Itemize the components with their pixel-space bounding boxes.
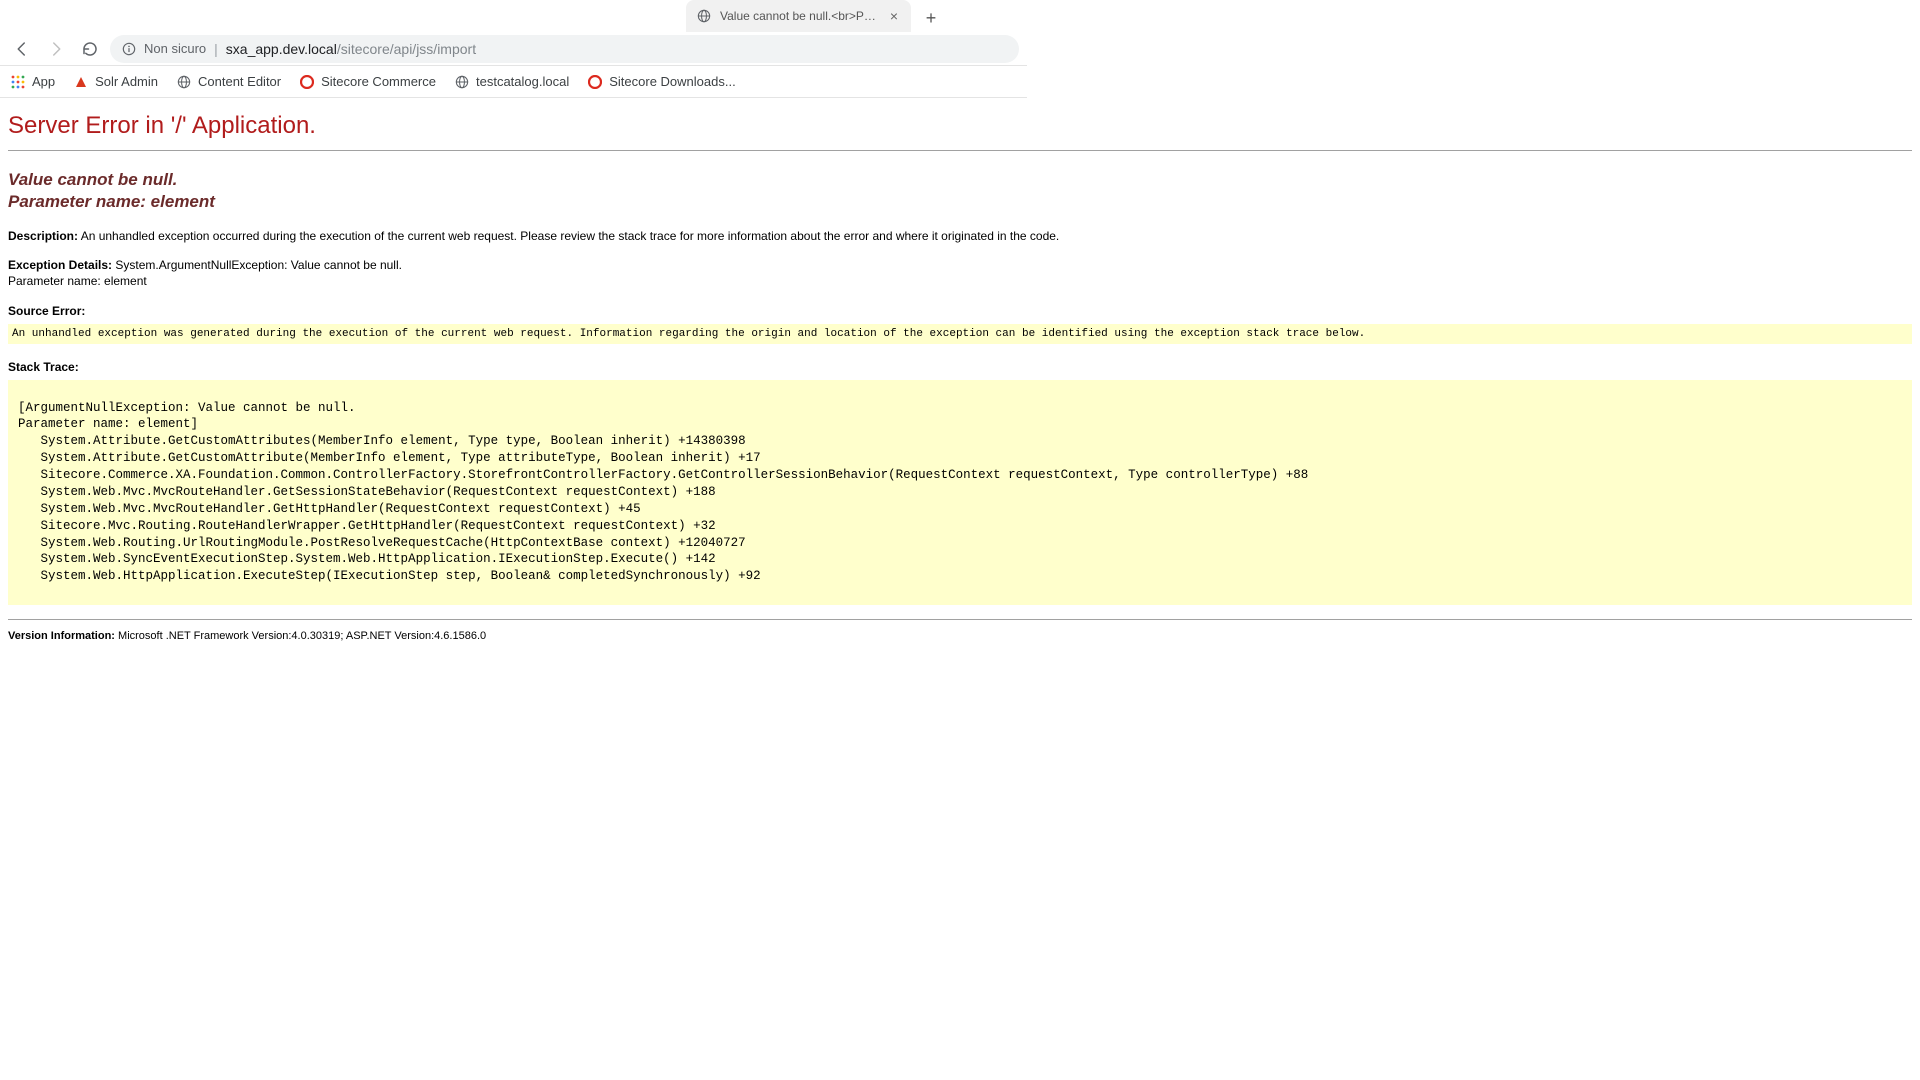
globe-icon xyxy=(176,74,192,90)
bookmark-solr-admin[interactable]: Solr Admin xyxy=(73,74,158,90)
source-error-box: An unhandled exception was generated dur… xyxy=(8,324,1912,344)
bookmark-label: Sitecore Downloads... xyxy=(609,74,735,89)
divider xyxy=(8,619,1912,620)
forward-button[interactable] xyxy=(42,35,70,63)
exception-details: Exception Details: System.ArgumentNullEx… xyxy=(8,257,1912,289)
exception-text: System.ArgumentNullException: Value cann… xyxy=(115,258,402,272)
version-label: Version Information: xyxy=(8,630,115,642)
solr-icon xyxy=(73,74,89,90)
divider xyxy=(8,150,1912,151)
address-bar: Non sicuro | sxa_app.dev.local/sitecore/… xyxy=(0,32,1027,66)
error-subtitle-line1: Value cannot be null. xyxy=(8,169,1912,191)
description-text: An unhandled exception occurred during t… xyxy=(81,229,1060,243)
tab-strip: Value cannot be null.<br>Param… × + xyxy=(0,0,1027,32)
error-subtitle: Value cannot be null. Parameter name: el… xyxy=(8,169,1912,213)
bookmark-testcatalog[interactable]: testcatalog.local xyxy=(454,74,569,90)
back-button[interactable] xyxy=(8,35,36,63)
omnibox[interactable]: Non sicuro | sxa_app.dev.local/sitecore/… xyxy=(110,35,1019,63)
exception-label: Exception Details: xyxy=(8,258,112,272)
browser-tab[interactable]: Value cannot be null.<br>Param… × xyxy=(686,0,911,32)
sitecore-icon xyxy=(587,74,603,90)
bookmarks-bar: App Solr Admin Content Editor Sitecore C… xyxy=(0,66,1027,98)
browser-chrome: Value cannot be null.<br>Param… × + Non … xyxy=(0,0,1027,98)
bookmark-sitecore-commerce[interactable]: Sitecore Commerce xyxy=(299,74,436,90)
version-text: Microsoft .NET Framework Version:4.0.303… xyxy=(118,630,486,642)
version-info: Version Information: Microsoft .NET Fram… xyxy=(8,630,1912,642)
stack-trace-label: Stack Trace: xyxy=(8,360,1912,374)
close-tab-icon[interactable]: × xyxy=(887,9,901,23)
bookmark-label: Sitecore Commerce xyxy=(321,74,436,89)
new-tab-button[interactable]: + xyxy=(917,4,945,32)
separator: | xyxy=(214,41,218,57)
stack-trace-box: [ArgumentNullException: Value cannot be … xyxy=(8,380,1912,606)
sitecore-icon xyxy=(299,74,315,90)
reload-button[interactable] xyxy=(76,35,104,63)
description: Description: An unhandled exception occu… xyxy=(8,229,1912,243)
security-label: Non sicuro xyxy=(144,41,206,56)
page-title: Server Error in '/' Application. xyxy=(8,112,1912,140)
apps-grid-icon xyxy=(10,74,26,90)
info-icon xyxy=(122,42,136,56)
bookmark-content-editor[interactable]: Content Editor xyxy=(176,74,281,90)
globe-icon xyxy=(696,8,712,24)
bookmark-label: App xyxy=(32,74,55,89)
tab-title: Value cannot be null.<br>Param… xyxy=(720,9,879,23)
globe-icon xyxy=(454,74,470,90)
source-error-label: Source Error: xyxy=(8,304,1912,318)
bookmark-app[interactable]: App xyxy=(10,74,55,90)
bookmark-label: Solr Admin xyxy=(95,74,158,89)
error-subtitle-line2: Parameter name: element xyxy=(8,191,1912,213)
bookmark-sitecore-downloads[interactable]: Sitecore Downloads... xyxy=(587,74,735,90)
bookmark-label: testcatalog.local xyxy=(476,74,569,89)
exception-param: Parameter name: element xyxy=(8,274,147,288)
error-page: Server Error in '/' Application. Value c… xyxy=(0,98,1920,656)
url-text: sxa_app.dev.local/sitecore/api/jss/impor… xyxy=(226,41,476,57)
bookmark-label: Content Editor xyxy=(198,74,281,89)
description-label: Description: xyxy=(8,229,78,243)
